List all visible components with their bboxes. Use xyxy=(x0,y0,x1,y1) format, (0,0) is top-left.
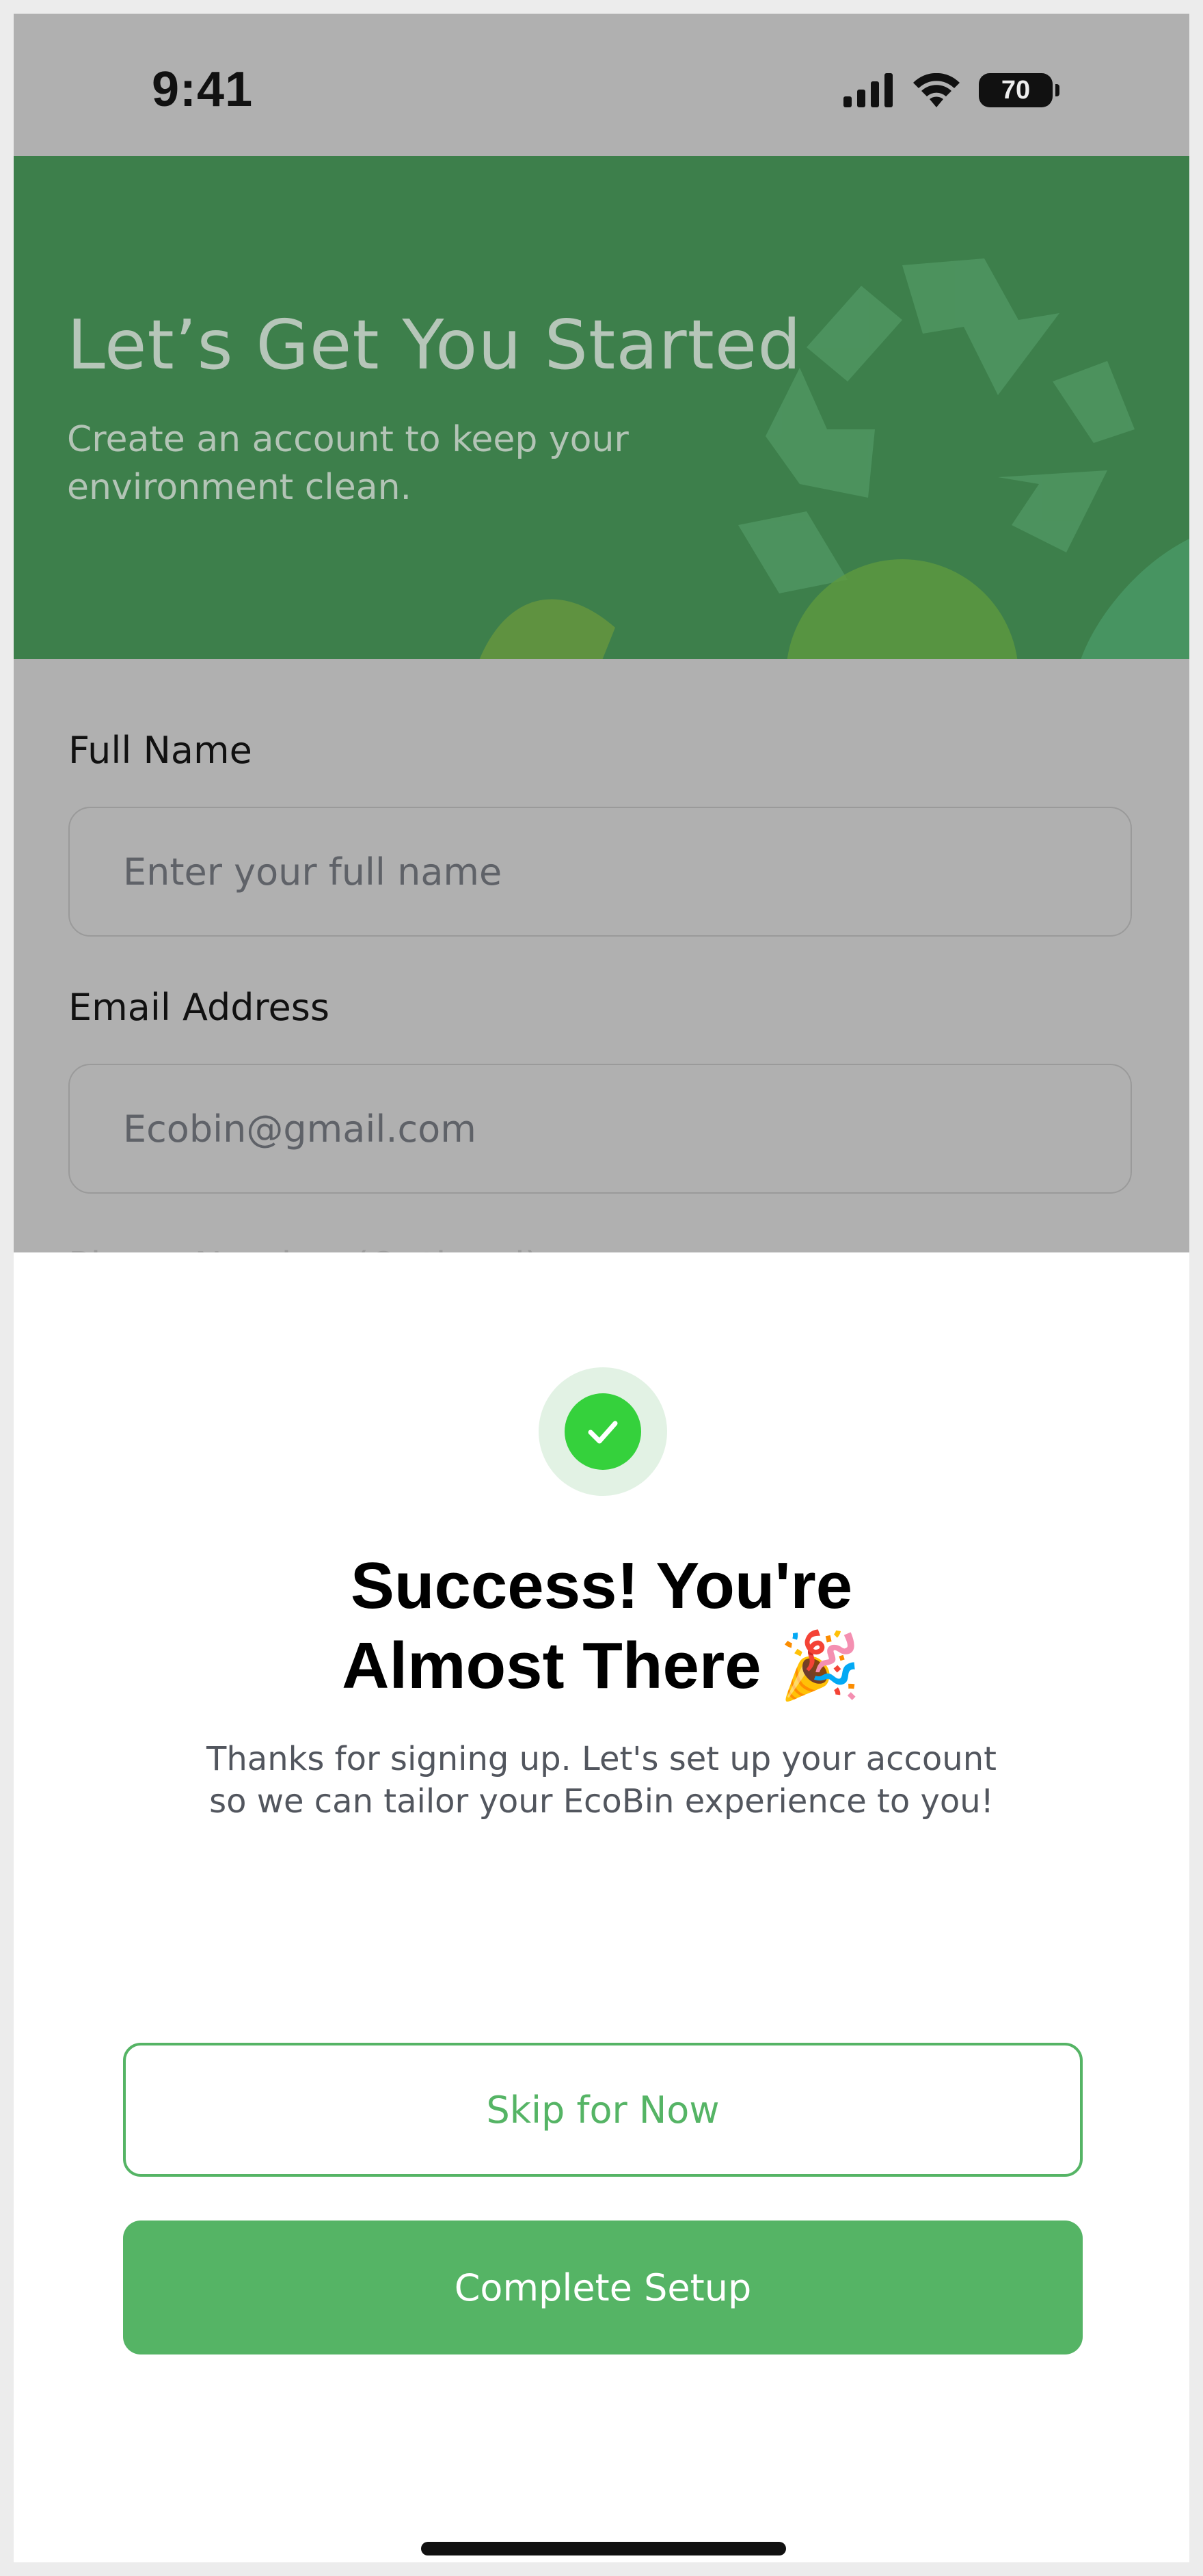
battery-icon: 70 xyxy=(979,73,1059,107)
check-icon xyxy=(588,1421,618,1444)
leaf-decoration xyxy=(479,599,615,659)
skip-button[interactable]: Skip for Now xyxy=(123,2043,1083,2177)
phone-screen: 9:41 70 Let’s Get You Started Create an … xyxy=(14,14,1189,2562)
wifi-icon xyxy=(913,73,960,107)
complete-setup-button[interactable]: Complete Setup xyxy=(123,2221,1083,2354)
success-title-line2: Almost There xyxy=(342,1629,761,1702)
status-icons: 70 xyxy=(843,70,1059,111)
party-popper-icon: 🎉 xyxy=(779,1627,861,1704)
email-label: Email Address xyxy=(68,986,330,1029)
success-badge xyxy=(539,1367,667,1496)
signup-form: Full Name Enter your full name Email Add… xyxy=(14,659,1189,1252)
success-title-line2-wrap: Almost There 🎉 xyxy=(14,1626,1189,1706)
full-name-placeholder: Enter your full name xyxy=(123,850,502,894)
success-message: Thanks for signing up. Let's set up your… xyxy=(206,1740,997,1821)
success-title: Success! You're Almost There 🎉 xyxy=(14,1546,1189,1706)
home-indicator xyxy=(421,2542,786,2555)
success-title-line1: Success! You're xyxy=(350,1549,853,1622)
success-sheet: Success! You're Almost There 🎉 Thanks fo… xyxy=(14,1252,1189,2562)
check-circle xyxy=(565,1393,641,1470)
signal-icon xyxy=(843,73,893,107)
status-time: 9:41 xyxy=(152,62,254,117)
phone-label: Phone Number (Optional) xyxy=(68,1244,539,1252)
full-name-label: Full Name xyxy=(68,729,252,772)
full-name-input[interactable]: Enter your full name xyxy=(68,807,1132,937)
leaf-decoration-right xyxy=(1081,539,1189,659)
status-bar: 9:41 70 xyxy=(14,14,1189,156)
email-input[interactable]: Ecobin@gmail.com xyxy=(68,1064,1132,1194)
hero-banner: Let’s Get You Started Create an account … xyxy=(14,156,1189,659)
email-placeholder: Ecobin@gmail.com xyxy=(123,1108,476,1151)
hero-title: Let’s Get You Started xyxy=(67,305,802,385)
hero-subtitle: Create an account to keep your environme… xyxy=(67,419,629,508)
